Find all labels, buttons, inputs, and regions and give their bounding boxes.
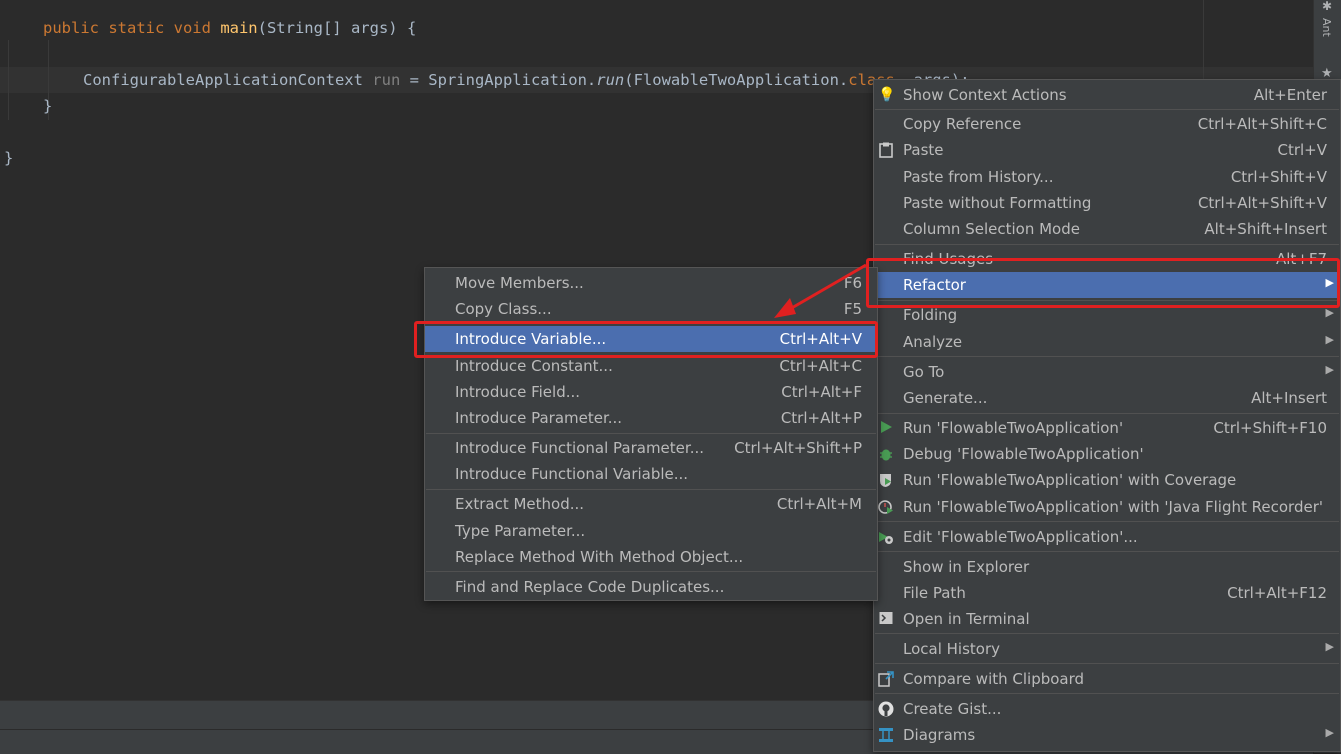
annotation-arrow: [774, 263, 867, 318]
